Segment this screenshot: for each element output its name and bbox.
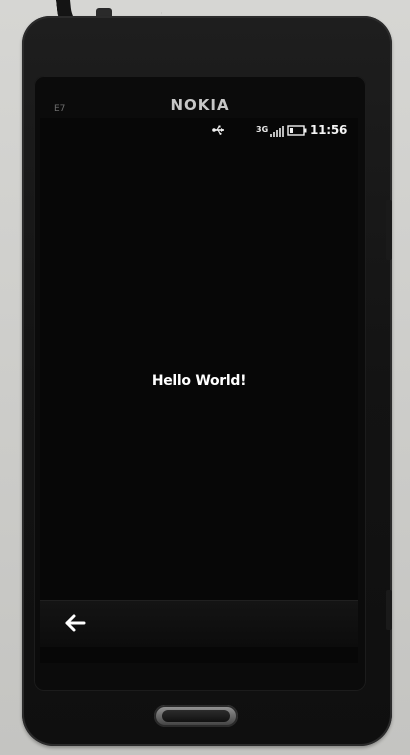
hello-message: Hello World! xyxy=(151,373,247,389)
home-key-center xyxy=(162,710,230,722)
screen xyxy=(40,118,358,663)
battery-icon xyxy=(287,125,307,136)
clock: 11:56 xyxy=(310,123,348,137)
status-bar: 3G 11:56 xyxy=(40,122,358,140)
camera-button xyxy=(386,590,392,630)
bottom-toolbar xyxy=(40,600,358,647)
home-key[interactable] xyxy=(154,705,238,727)
signal-strength-icon xyxy=(270,126,284,137)
model-label: E7 xyxy=(54,104,66,114)
back-arrow-icon[interactable] xyxy=(60,611,90,635)
network-type-label: 3G xyxy=(256,125,269,134)
usb-icon xyxy=(212,125,224,135)
brand-logo: NOKIA xyxy=(170,96,230,114)
volume-button xyxy=(386,200,392,260)
